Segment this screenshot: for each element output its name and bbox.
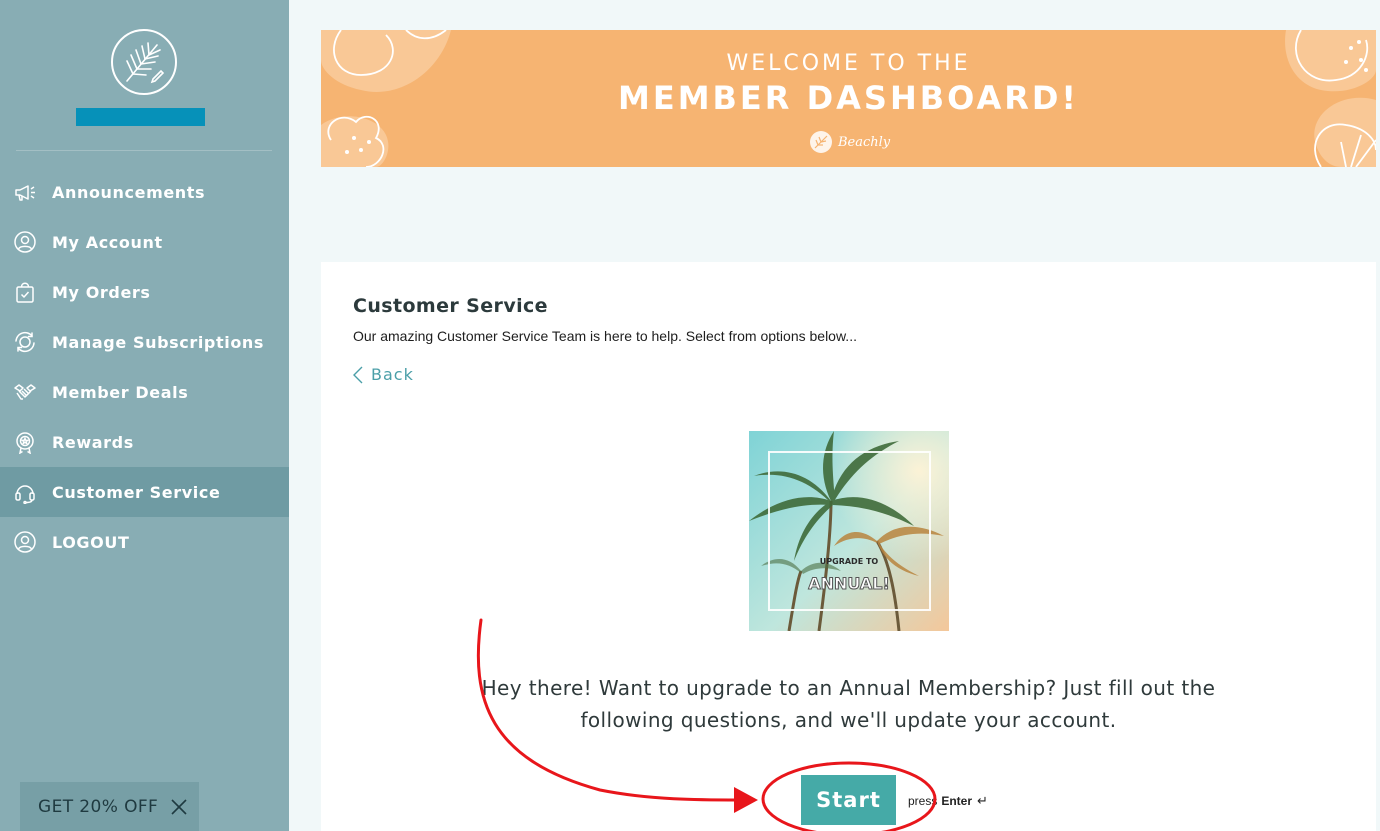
- banner-welcome-line: WELCOME TO THE: [726, 51, 971, 76]
- customer-service-card: Customer Service Our amazing Customer Se…: [321, 262, 1376, 831]
- sidebar: Announcements My Account My Orders Manag…: [0, 0, 289, 831]
- page-subtitle: Our amazing Customer Service Team is her…: [353, 328, 857, 344]
- sidebar-item-label: Announcements: [52, 182, 206, 202]
- shopping-bag-icon: [13, 280, 37, 304]
- palm-leaf-icon: [126, 42, 165, 84]
- sidebar-item-logout[interactable]: LOGOUT: [0, 517, 289, 567]
- sidebar-item-announcements[interactable]: Announcements: [0, 167, 289, 217]
- sidebar-item-customer-service[interactable]: Customer Service: [0, 467, 289, 517]
- sidebar-item-my-account[interactable]: My Account: [0, 217, 289, 267]
- sidebar-nav: Announcements My Account My Orders Manag…: [0, 167, 289, 567]
- back-link[interactable]: Back: [353, 365, 414, 384]
- sidebar-item-label: Rewards: [52, 432, 134, 452]
- sidebar-item-rewards[interactable]: Rewards: [0, 417, 289, 467]
- close-icon[interactable]: [170, 798, 188, 816]
- sidebar-item-label: Manage Subscriptions: [52, 332, 265, 352]
- award-icon: [13, 430, 37, 454]
- palm-leaf-icon: [810, 131, 832, 153]
- megaphone-icon: [13, 180, 37, 204]
- brand-logo[interactable]: [111, 29, 177, 95]
- headset-icon: [13, 480, 37, 504]
- sidebar-divider: [16, 150, 272, 151]
- sidebar-item-label: My Account: [52, 232, 163, 252]
- sidebar-item-label: Member Deals: [52, 382, 189, 402]
- user-circle-icon: [13, 230, 37, 254]
- back-label: Back: [371, 365, 414, 384]
- keyboard-hint: press Enter ↵: [908, 793, 988, 809]
- image-caption-small: UPGRADE TO: [819, 557, 879, 566]
- press-label: press: [908, 794, 938, 808]
- enter-key-label: Enter: [941, 794, 973, 808]
- image-caption-large: ANNUAL!: [808, 574, 891, 594]
- upgrade-annual-image: UPGRADE TO ANNUAL!: [749, 431, 949, 631]
- chevron-left-icon: [353, 366, 363, 383]
- upgrade-message: Hey there! Want to upgrade to an Annual …: [481, 676, 1216, 732]
- banner-brand: Beachly: [809, 130, 890, 154]
- return-icon: ↵: [977, 793, 988, 808]
- sidebar-item-member-deals[interactable]: Member Deals: [0, 367, 289, 417]
- welcome-banner: WELCOME TO THE MEMBER DASHBOARD! Beachly: [321, 30, 1376, 167]
- discount-promo[interactable]: GET 20% OFF: [20, 782, 199, 831]
- user-circle-icon: [13, 530, 37, 554]
- logo-bar: [76, 108, 205, 126]
- promo-label: GET 20% OFF: [38, 796, 159, 817]
- sidebar-item-label: Customer Service: [52, 482, 221, 502]
- brand-name: Beachly: [838, 134, 891, 150]
- sidebar-item-my-orders[interactable]: My Orders: [0, 267, 289, 317]
- refresh-circle-icon: [13, 330, 37, 354]
- sidebar-item-label: LOGOUT: [52, 532, 130, 552]
- banner-title: MEMBER DASHBOARD!: [617, 79, 1080, 117]
- start-button[interactable]: Start: [801, 775, 896, 825]
- handshake-icon: [13, 380, 37, 404]
- sidebar-item-manage-subscriptions[interactable]: Manage Subscriptions: [0, 317, 289, 367]
- page-title: Customer Service: [353, 295, 548, 317]
- sidebar-item-label: My Orders: [52, 282, 151, 302]
